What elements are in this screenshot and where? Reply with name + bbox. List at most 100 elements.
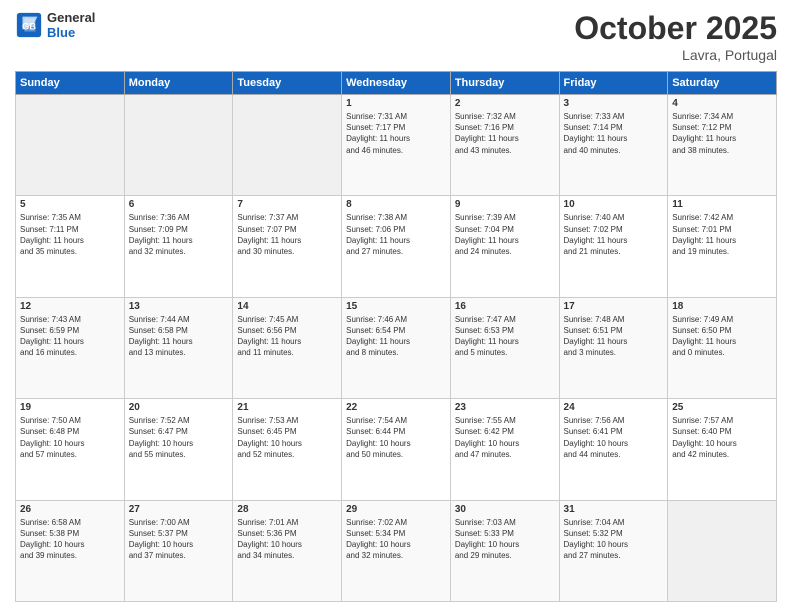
table-row: 1 Sunrise: 7:31 AM Sunset: 7:17 PM Daylig… [342,95,451,196]
table-row: 21 Sunrise: 7:53 AM Sunset: 6:45 PM Dayli… [233,399,342,500]
day-info: Sunrise: 7:49 AM Sunset: 6:50 PM Dayligh… [672,314,772,359]
day-info: Sunrise: 7:39 AM Sunset: 7:04 PM Dayligh… [455,212,555,257]
week-row-3: 12 Sunrise: 7:43 AM Sunset: 6:59 PM Dayli… [16,297,777,398]
table-row: 7 Sunrise: 7:37 AM Sunset: 7:07 PM Daylig… [233,196,342,297]
day-info: Sunrise: 7:37 AM Sunset: 7:07 PM Dayligh… [237,212,337,257]
calendar-table: Sunday Monday Tuesday Wednesday Thursday… [15,71,777,602]
day-number: 25 [672,402,772,413]
table-row: 6Sunrise: 7:36 AM Sunset: 7:09 PM Daylig… [124,196,233,297]
day-info: Sunrise: 7:47 AM Sunset: 6:53 PM Dayligh… [455,314,555,359]
table-row: 26Sunrise: 6:58 AM Sunset: 5:38 PM Dayli… [16,500,125,601]
day-number: 21 [237,402,337,413]
day-number: 5 [20,199,120,210]
day-number: 19 [20,402,120,413]
day-number: 30 [455,504,555,515]
day-number: 14 [237,301,337,312]
day-info: Sunrise: 7:55 AM Sunset: 6:42 PM Dayligh… [455,415,555,460]
day-number: 24 [564,402,664,413]
day-number: 27 [129,504,229,515]
table-row: 4Sunrise: 7:34 AM Sunset: 7:12 PM Daylig… [668,95,777,196]
day-info: Sunrise: 7:36 AM Sunset: 7:09 PM Dayligh… [129,212,229,257]
table-row: 29 Sunrise: 7:02 AM Sunset: 5:34 PM Dayli… [342,500,451,601]
table-row: 30 Sunrise: 7:03 AM Sunset: 5:33 PM Dayli… [450,500,559,601]
col-friday: Friday [559,72,668,95]
day-info: Sunrise: 7:57 AM Sunset: 6:40 PM Dayligh… [672,415,772,460]
month-title: October 2025 [574,10,777,47]
day-number: 13 [129,301,229,312]
logo-icon: GB [15,11,43,39]
header: GB General Blue October 2025 Lavra, Port… [15,10,777,63]
table-row [233,95,342,196]
day-info: Sunrise: 7:44 AM Sunset: 6:58 PM Dayligh… [129,314,229,359]
day-number: 1 [346,98,446,109]
day-number: 17 [564,301,664,312]
title-block: October 2025 Lavra, Portugal [574,10,777,63]
table-row: 18Sunrise: 7:49 AM Sunset: 6:50 PM Dayli… [668,297,777,398]
day-info: Sunrise: 7:38 AM Sunset: 7:06 PM Dayligh… [346,212,446,257]
day-info: Sunrise: 7:32 AM Sunset: 7:16 PM Dayligh… [455,111,555,156]
col-saturday: Saturday [668,72,777,95]
col-wednesday: Wednesday [342,72,451,95]
table-row: 15 Sunrise: 7:46 AM Sunset: 6:54 PM Dayli… [342,297,451,398]
day-info: Sunrise: 7:50 AM Sunset: 6:48 PM Dayligh… [20,415,120,460]
day-number: 7 [237,199,337,210]
table-row: 10 Sunrise: 7:40 AM Sunset: 7:02 PM Dayli… [559,196,668,297]
page: GB General Blue October 2025 Lavra, Port… [0,0,792,612]
logo-text: General Blue [47,10,95,40]
day-number: 2 [455,98,555,109]
week-row-1: 1 Sunrise: 7:31 AM Sunset: 7:17 PM Daylig… [16,95,777,196]
col-monday: Monday [124,72,233,95]
table-row [668,500,777,601]
day-info: Sunrise: 7:48 AM Sunset: 6:51 PM Dayligh… [564,314,664,359]
day-info: Sunrise: 7:35 AM Sunset: 7:11 PM Dayligh… [20,212,120,257]
day-number: 15 [346,301,446,312]
table-row: 3Sunrise: 7:33 AM Sunset: 7:14 PM Daylig… [559,95,668,196]
table-row: 31Sunrise: 7:04 AM Sunset: 5:32 PM Dayli… [559,500,668,601]
day-info: Sunrise: 7:56 AM Sunset: 6:41 PM Dayligh… [564,415,664,460]
day-info: Sunrise: 7:02 AM Sunset: 5:34 PM Dayligh… [346,517,446,562]
table-row: 20Sunrise: 7:52 AM Sunset: 6:47 PM Dayli… [124,399,233,500]
table-row: 8 Sunrise: 7:38 AM Sunset: 7:06 PM Daylig… [342,196,451,297]
table-row: 12 Sunrise: 7:43 AM Sunset: 6:59 PM Dayli… [16,297,125,398]
day-info: Sunrise: 7:52 AM Sunset: 6:47 PM Dayligh… [129,415,229,460]
calendar-header-row: Sunday Monday Tuesday Wednesday Thursday… [16,72,777,95]
day-number: 10 [564,199,664,210]
day-info: Sunrise: 7:45 AM Sunset: 6:56 PM Dayligh… [237,314,337,359]
location: Lavra, Portugal [574,47,777,63]
day-info: Sunrise: 6:58 AM Sunset: 5:38 PM Dayligh… [20,517,120,562]
day-number: 9 [455,199,555,210]
col-sunday: Sunday [16,72,125,95]
day-info: Sunrise: 7:54 AM Sunset: 6:44 PM Dayligh… [346,415,446,460]
col-tuesday: Tuesday [233,72,342,95]
table-row: 24 Sunrise: 7:56 AM Sunset: 6:41 PM Dayli… [559,399,668,500]
table-row: 27Sunrise: 7:00 AM Sunset: 5:37 PM Dayli… [124,500,233,601]
day-number: 23 [455,402,555,413]
table-row: 16 Sunrise: 7:47 AM Sunset: 6:53 PM Dayli… [450,297,559,398]
day-number: 29 [346,504,446,515]
table-row: 22 Sunrise: 7:54 AM Sunset: 6:44 PM Dayli… [342,399,451,500]
table-row: 14 Sunrise: 7:45 AM Sunset: 6:56 PM Dayli… [233,297,342,398]
svg-text:GB: GB [22,22,36,32]
day-info: Sunrise: 7:31 AM Sunset: 7:17 PM Dayligh… [346,111,446,156]
day-number: 8 [346,199,446,210]
logo: GB General Blue [15,10,95,40]
day-number: 28 [237,504,337,515]
day-info: Sunrise: 7:43 AM Sunset: 6:59 PM Dayligh… [20,314,120,359]
day-info: Sunrise: 7:40 AM Sunset: 7:02 PM Dayligh… [564,212,664,257]
day-info: Sunrise: 7:03 AM Sunset: 5:33 PM Dayligh… [455,517,555,562]
table-row: 17 Sunrise: 7:48 AM Sunset: 6:51 PM Dayli… [559,297,668,398]
day-number: 3 [564,98,664,109]
day-info: Sunrise: 7:01 AM Sunset: 5:36 PM Dayligh… [237,517,337,562]
table-row [16,95,125,196]
table-row: 23 Sunrise: 7:55 AM Sunset: 6:42 PM Dayli… [450,399,559,500]
day-info: Sunrise: 7:46 AM Sunset: 6:54 PM Dayligh… [346,314,446,359]
day-info: Sunrise: 7:04 AM Sunset: 5:32 PM Dayligh… [564,517,664,562]
table-row: 13 Sunrise: 7:44 AM Sunset: 6:58 PM Dayli… [124,297,233,398]
day-info: Sunrise: 7:42 AM Sunset: 7:01 PM Dayligh… [672,212,772,257]
day-number: 16 [455,301,555,312]
day-number: 12 [20,301,120,312]
day-info: Sunrise: 7:53 AM Sunset: 6:45 PM Dayligh… [237,415,337,460]
day-number: 22 [346,402,446,413]
week-row-5: 26Sunrise: 6:58 AM Sunset: 5:38 PM Dayli… [16,500,777,601]
col-thursday: Thursday [450,72,559,95]
